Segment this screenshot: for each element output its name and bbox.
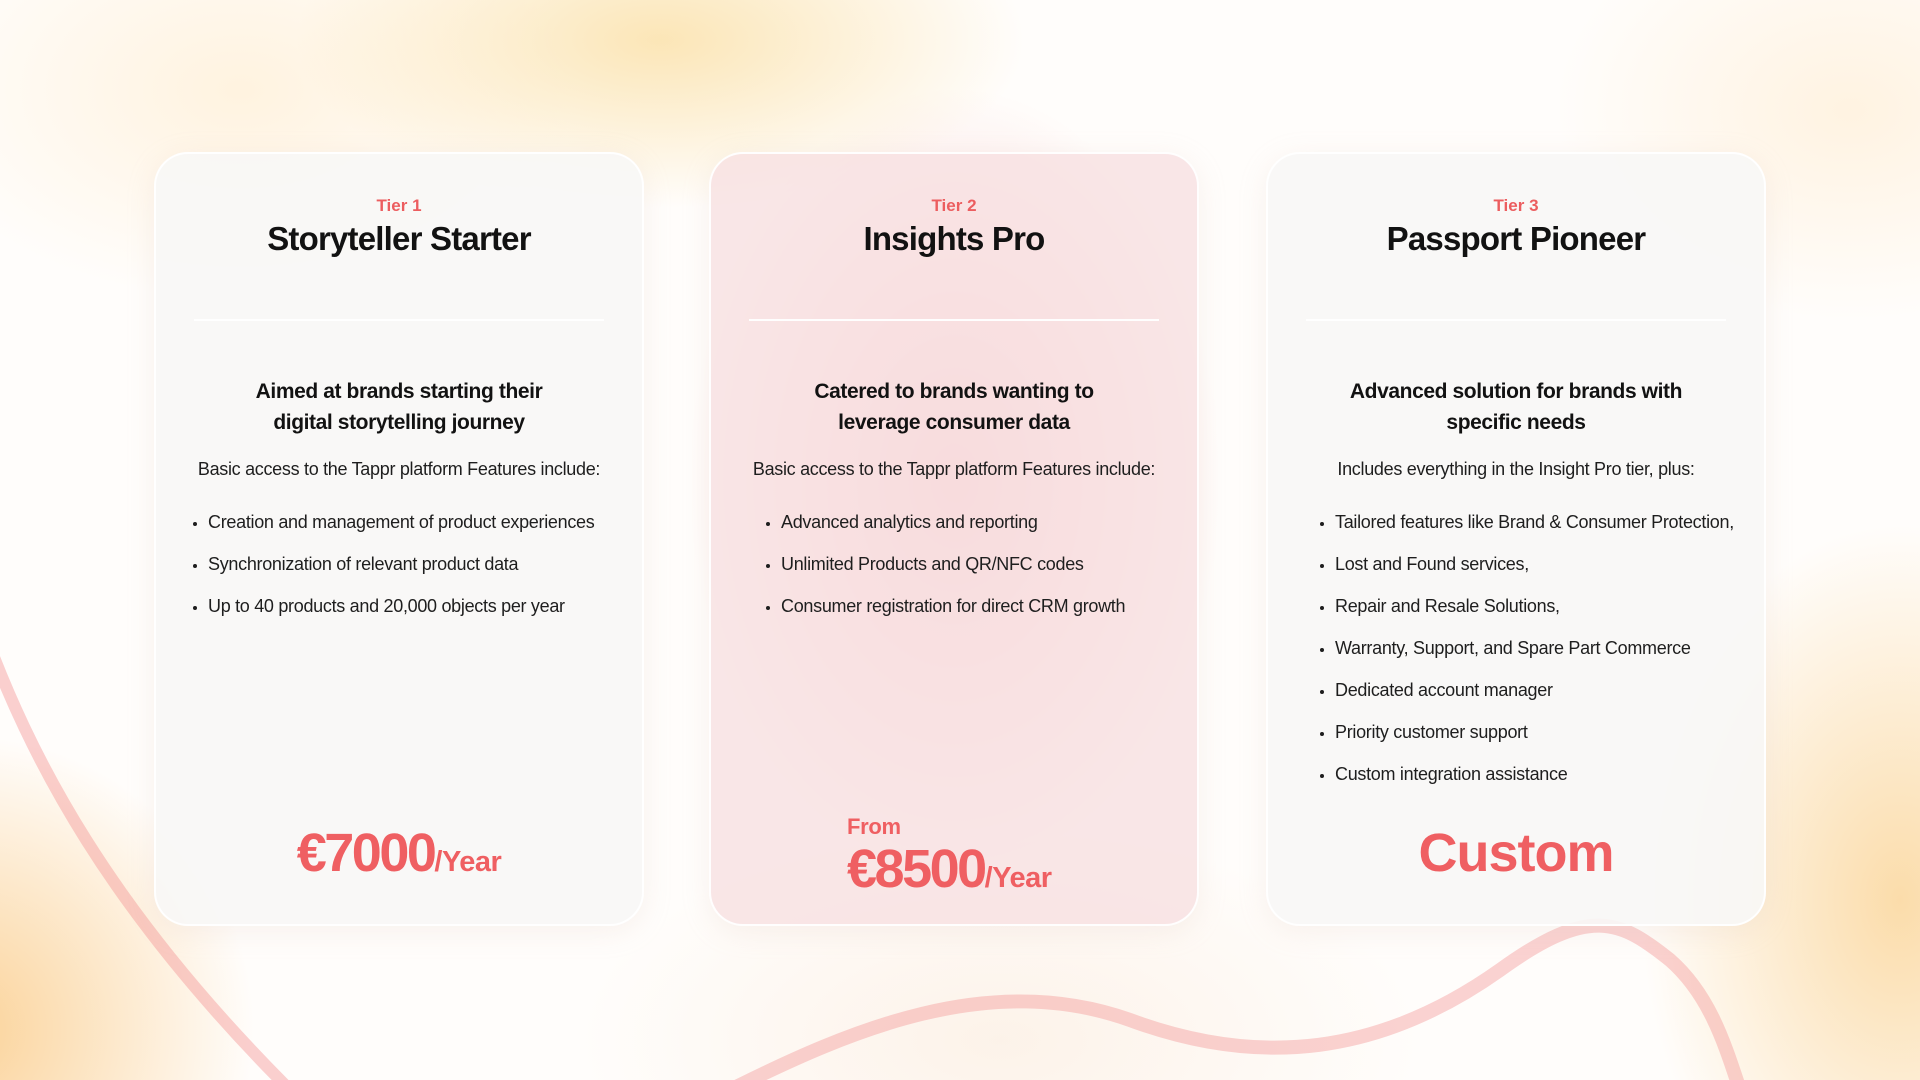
plan-subtitle: Catered to brands wanting to leverage co… (731, 376, 1177, 438)
plan-intro: Basic access to the Tappr platform Featu… (197, 459, 601, 479)
feature-item: Unlimited Products and QR/NFC codes (781, 552, 1187, 594)
price-period: /Year (984, 862, 1052, 894)
plan-intro: Includes everything in the Insight Pro t… (1337, 459, 1695, 479)
feature-list: Advanced analytics and reporting Unlimit… (759, 510, 1187, 636)
price-prefix: From (847, 814, 901, 839)
card-divider (1306, 319, 1726, 321)
tier-label: Tier 3 (1493, 196, 1539, 215)
plan-subtitle-line: Aimed at brands starting their (255, 380, 543, 403)
plan-subtitle-line: Catered to brands wanting to (814, 380, 1094, 403)
feature-item: Tailored features like Brand & Consumer … (1335, 510, 1754, 552)
price-amount: €7000 (296, 823, 437, 883)
plan-intro: Basic access to the Tappr platform Featu… (752, 459, 1156, 479)
feature-item: Consumer registration for direct CRM gro… (781, 594, 1187, 636)
feature-list: Creation and management of product exper… (186, 510, 632, 636)
plan-price: €7000/Year (156, 822, 642, 884)
plan-subtitle-line: specific needs (1446, 411, 1586, 434)
plan-name: Storyteller Starter (267, 220, 531, 257)
feature-list: Tailored features like Brand & Consumer … (1313, 510, 1754, 804)
feature-item: Creation and management of product exper… (208, 510, 632, 552)
feature-item: Dedicated account manager (1335, 678, 1754, 720)
plan-subtitle-line: leverage consumer data (838, 411, 1070, 434)
feature-item: Up to 40 products and 20,000 objects per… (208, 594, 632, 636)
plan-subtitle: Aimed at brands starting their digital s… (176, 376, 622, 438)
pricing-card-storyteller-starter: Tier 1 Storyteller Starter Aimed at bran… (154, 152, 644, 926)
feature-item: Advanced analytics and reporting (781, 510, 1187, 552)
plan-price: Custom (1268, 822, 1764, 884)
feature-item: Priority customer support (1335, 720, 1754, 762)
card-divider (194, 319, 604, 321)
feature-item: Custom integration assistance (1335, 762, 1754, 804)
feature-item: Synchronization of relevant product data (208, 552, 632, 594)
plan-subtitle: Advanced solution for brands with specif… (1288, 376, 1744, 438)
feature-item: Warranty, Support, and Spare Part Commer… (1335, 636, 1754, 678)
feature-item: Repair and Resale Solutions, (1335, 594, 1754, 636)
pricing-card-passport-pioneer: Tier 3 Passport Pioneer Advanced solutio… (1266, 152, 1766, 926)
plan-price: From €8500/Year (847, 814, 1052, 900)
card-divider (749, 319, 1159, 321)
plan-name: Insights Pro (863, 220, 1045, 257)
price-amount: Custom (1418, 823, 1615, 883)
tier-label: Tier 1 (376, 196, 422, 215)
plan-subtitle-line: digital storytelling journey (273, 411, 525, 434)
price-period: /Year (434, 846, 502, 878)
feature-item: Lost and Found services, (1335, 552, 1754, 594)
plan-name: Passport Pioneer (1386, 220, 1646, 257)
plan-subtitle-line: Advanced solution for brands with (1349, 380, 1683, 403)
pricing-card-insights-pro: Tier 2 Insights Pro Catered to brands wa… (709, 152, 1199, 926)
price-amount: €8500 (847, 839, 987, 899)
tier-label: Tier 2 (931, 196, 977, 215)
